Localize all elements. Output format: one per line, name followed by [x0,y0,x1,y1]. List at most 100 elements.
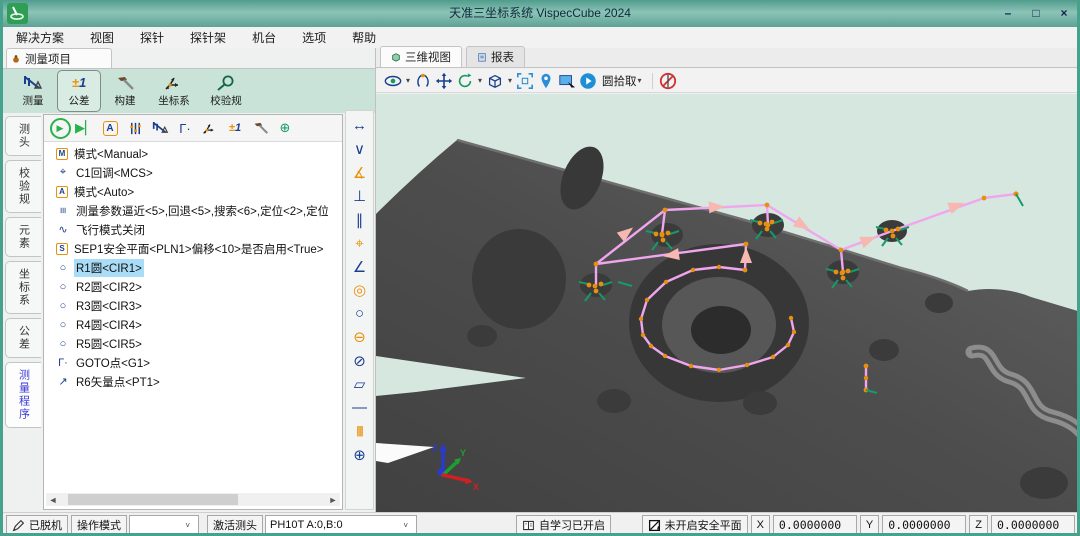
gdt-parallelism-icon[interactable]: ∥ [356,208,364,232]
locate-button[interactable] [537,71,555,91]
tab-3d-view[interactable]: 三维视图 [380,46,462,67]
tree-item-vector-point-pt1[interactable]: ↗R6矢量点<PT1> [46,372,328,391]
measure-button[interactable]: 测量 [11,70,55,112]
safety-plane-status: 未开启安全平面 [642,515,748,535]
stop-probe-button[interactable] [659,71,677,91]
simulate-run-button[interactable] [579,71,597,91]
sliders-icon [128,121,143,136]
close-button[interactable]: × [1051,4,1077,22]
coordsys-tool-button[interactable] [198,117,222,139]
circle-pick-dropdown[interactable]: 圆拾取 [602,73,637,89]
3d-viewport[interactable]: Z Y X [376,94,1080,512]
gdt-profile-angle-icon[interactable]: ∡ [353,161,366,185]
label-mode-button[interactable]: A [98,117,122,139]
tree-item-circle-r3[interactable]: ○R3圆<CIR3> [46,296,328,315]
rotate-view-button[interactable] [414,71,432,91]
magnifier-icon [216,75,236,91]
probe-tool-button[interactable]: ⊕ [273,117,297,139]
pan-view-button[interactable] [435,71,453,91]
run-button[interactable]: ▶ [48,117,72,139]
screen-arrow-icon [558,72,576,90]
restore-button[interactable]: □ [1023,4,1049,22]
menu-help[interactable]: 帮助 [339,29,389,46]
pin-icon [537,72,555,90]
tree-item-circle-r1[interactable]: ○R1圆<CIR1> [46,258,328,277]
tree-item-recall-mcs[interactable]: ⌖C1回调<MCS> [46,163,328,182]
visibility-caret-icon[interactable]: ▾ [406,76,410,85]
pendulum-icon [414,72,432,90]
menu-probe-rack[interactable]: 探针架 [177,29,239,46]
gdt-cylindricity-icon[interactable]: ⊖ [353,326,366,350]
coord-z-axis: Z [969,515,988,535]
tree-item-mode-manual[interactable]: M模式<Manual> [46,144,328,163]
caliper-icon [152,121,169,135]
coord-x-value: 0.0000000 [773,515,857,535]
measure-tool-button[interactable] [148,117,172,139]
capture-view-button[interactable] [558,71,576,91]
gdt-straightness-icon[interactable]: ― [352,396,367,420]
cube-icon [391,52,401,62]
tree-horizontal-scrollbar[interactable]: ◄► [46,493,340,506]
parameters-button[interactable] [123,117,147,139]
menu-options[interactable]: 选项 [289,29,339,46]
gdt-symmetry-icon[interactable]: ||| [356,420,362,444]
operation-mode-select[interactable]: ˅ [129,515,199,535]
tree-item-circle-r2[interactable]: ○R2圆<CIR2> [46,277,328,296]
tree-item-circle-r5[interactable]: ○R5圆<CIR5> [46,334,328,353]
tree-item-safety-plane[interactable]: SSEP1安全平面<PLN1>偏移<10>是否启用<True> [46,239,328,258]
gdt-concentricity-icon[interactable]: ◎ [353,279,366,303]
coordinate-system-button[interactable]: 坐标系 [149,70,199,112]
tab-measurement-project[interactable]: 测量项目 [6,48,112,69]
construct-button[interactable]: 构建 [103,70,147,112]
spin-caret-icon[interactable]: ▾ [478,76,482,85]
tree-item-mode-auto[interactable]: A模式<Auto> [46,182,328,201]
tree-item-fly-mode[interactable]: ∿飞行模式关闭 [46,220,328,239]
tab-measure-program[interactable]: 测量程序 [5,362,41,428]
tab-gauge[interactable]: 校验规 [5,160,41,213]
active-probe-label: 激活测头 [207,515,263,535]
gdt-runout-icon[interactable]: ⊘ [353,349,366,373]
gdt-distance-icon[interactable]: ↔ [352,114,367,138]
tab-coordinate[interactable]: 坐标系 [5,261,41,314]
gdt-roundness-icon[interactable]: ○ [355,302,364,326]
gdt-position-icon[interactable]: ⌖ [355,232,363,256]
program-tree: ▶ ▶▏ A Γ· ±1 ⊕ M模式<Manual> ⌖C1回调<MCS> A模… [43,114,343,510]
construct-tool-button[interactable] [248,117,272,139]
coord-z-value: 0.0000000 [991,515,1075,535]
gdt-perpendicularity-icon[interactable]: ⊥ [353,185,366,209]
gdt-true-position-icon[interactable]: ⊕ [353,443,366,467]
gdt-angle-icon[interactable]: ∨ [354,138,365,162]
goto-tool-button[interactable]: Γ· [173,117,197,139]
tab-probe[interactable]: 测头 [5,116,41,156]
tree-item-circle-r4[interactable]: ○R4圆<CIR4> [46,315,328,334]
tab-report[interactable]: 报表 [466,46,525,67]
step-run-button[interactable]: ▶▏ [73,117,97,139]
tree-item-measure-params[interactable]: ≡测量参数逼近<5>,回退<5>,搜索<6>,定位<2>,定位加<2>,测量 [46,201,328,220]
spin-view-button[interactable] [456,71,474,91]
tolerance-button[interactable]: ±1 公差 [57,70,101,112]
active-probe-select[interactable]: PH10T A:0,B:0˅ [265,515,417,535]
rotate-icon [456,72,474,90]
view-cube-button[interactable] [486,71,504,91]
menu-solution[interactable]: 解决方案 [3,29,77,46]
tolerance-tool-button[interactable]: ±1 [223,117,247,139]
tab-elements[interactable]: 元素 [5,217,41,257]
title-bar: 天准三坐标系统 VispecCube 2024 – □ × [3,0,1077,27]
gauge-check-button[interactable]: 校验规 [201,70,251,112]
zoom-fit-button[interactable] [516,71,534,91]
gdt-angularity-icon[interactable]: ∠ [353,255,366,279]
coordinate-icon [164,75,184,91]
tree-item-goto-g1[interactable]: Γ·GOTO点<G1> [46,353,328,372]
cube-caret-icon[interactable]: ▾ [508,76,512,85]
menu-probe[interactable]: 探针 [127,29,177,46]
visibility-button[interactable] [384,71,402,91]
offline-status: 已脱机 [6,515,68,535]
menu-view[interactable]: 视图 [77,29,127,46]
gdt-toolbar: ↔ ∨ ∡ ⊥ ∥ ⌖ ∠ ◎ ○ ⊖ ⊘ ▱ ― ||| ⊕ [345,110,374,510]
menu-machine[interactable]: 机台 [239,29,289,46]
coordinate-icon [202,122,218,135]
tab-tolerance[interactable]: 公差 [5,318,41,358]
pick-caret-icon[interactable]: ▾ [638,76,642,85]
minimize-button[interactable]: – [995,4,1021,22]
gdt-flatness-icon[interactable]: ▱ [354,373,366,397]
